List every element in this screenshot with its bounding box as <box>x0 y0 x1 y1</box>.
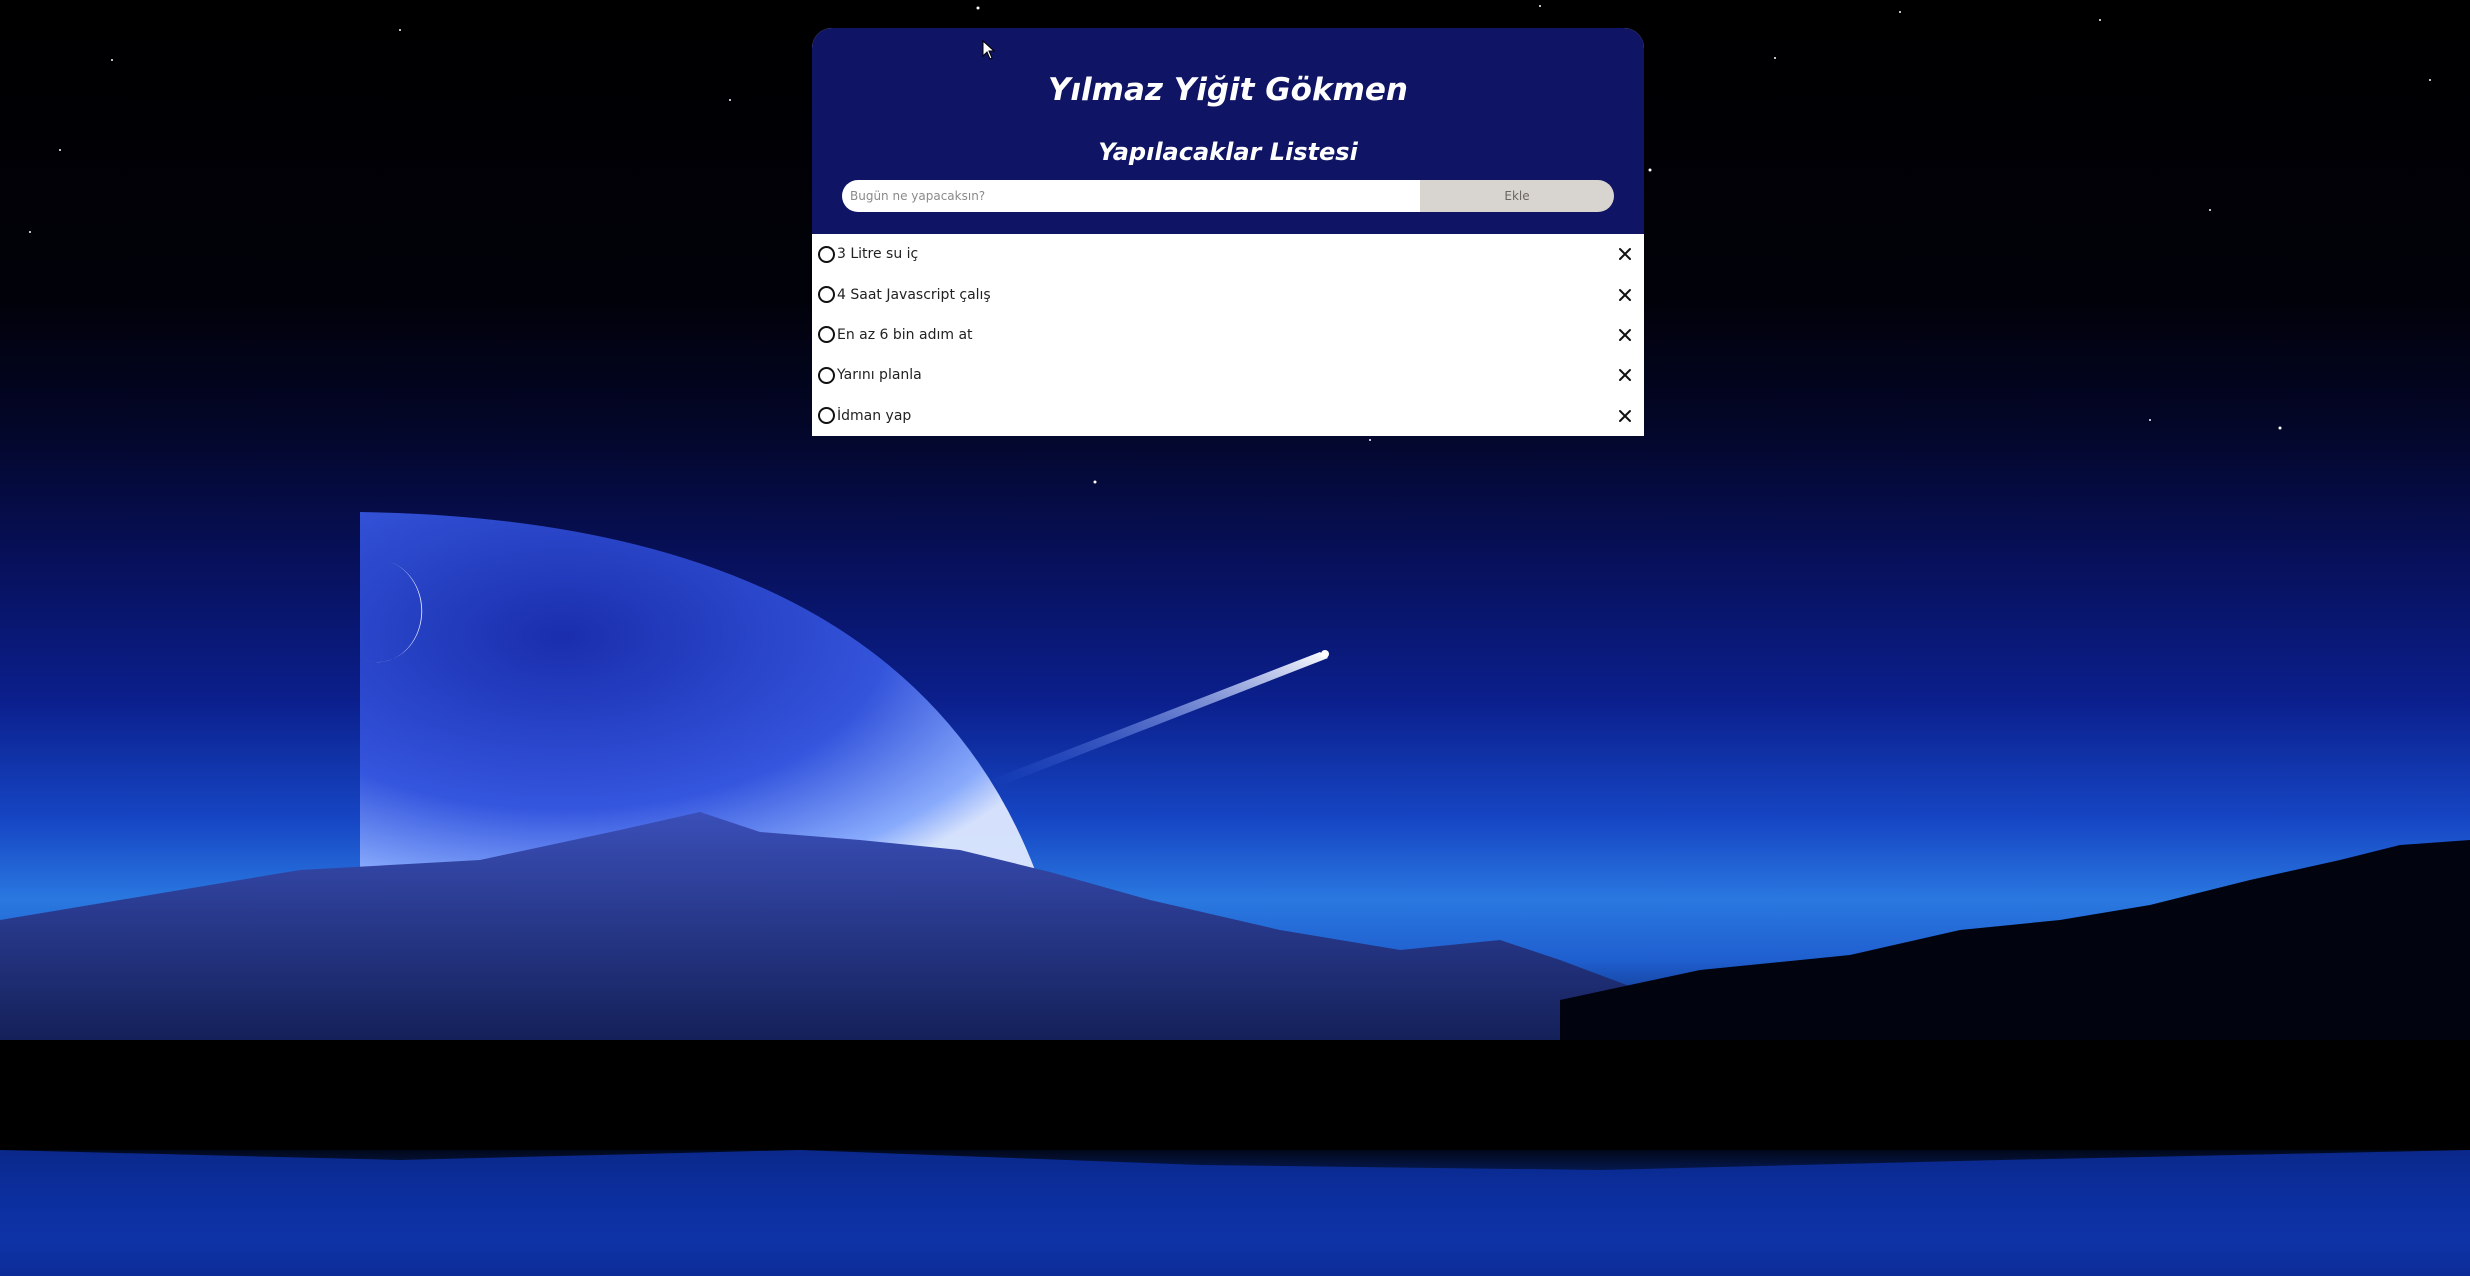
todo-text: 4 Saat Javascript çalış <box>837 286 991 303</box>
add-todo-form: Ekle <box>842 180 1614 212</box>
todo-item[interactable]: En az 6 bin adım at <box>812 314 1644 356</box>
empty-circle-icon[interactable] <box>818 245 835 263</box>
todo-item[interactable]: Yarını planla <box>812 355 1644 396</box>
close-icon[interactable] <box>1618 409 1632 423</box>
close-icon[interactable] <box>1618 328 1632 342</box>
lake-reflection <box>0 1150 2470 1276</box>
todo-input[interactable] <box>842 180 1420 212</box>
todo-card: Yılmaz Yiğit Gökmen Yapılacaklar Listesi… <box>812 28 1644 436</box>
empty-circle-icon[interactable] <box>818 407 835 425</box>
todo-text: İdman yap <box>837 407 912 424</box>
todo-text: En az 6 bin adım at <box>837 326 973 343</box>
empty-circle-icon[interactable] <box>818 286 835 304</box>
page-title: Yılmaz Yiğit Gökmen <box>1047 72 1408 108</box>
todo-text: Yarını planla <box>837 367 922 384</box>
todo-item[interactable]: 4 Saat Javascript çalış <box>812 274 1644 315</box>
todo-text: 3 Litre su iç <box>837 246 919 263</box>
shore-shadow <box>0 1040 2470 1150</box>
list-title: Yapılacaklar Listesi <box>1098 138 1358 166</box>
empty-circle-icon[interactable] <box>818 366 835 384</box>
mouse-cursor-icon <box>982 40 996 60</box>
comet <box>1321 650 1329 658</box>
close-icon[interactable] <box>1618 247 1632 261</box>
card-header: Yılmaz Yiğit Gökmen Yapılacaklar Listesi… <box>812 28 1644 234</box>
add-button[interactable]: Ekle <box>1420 180 1614 212</box>
empty-circle-icon[interactable] <box>818 326 835 344</box>
todo-list: 3 Litre su iç 4 Saat Javascript çalış En… <box>812 234 1644 436</box>
todo-item[interactable]: 3 Litre su iç <box>812 234 1644 275</box>
comet-trail <box>990 652 1328 786</box>
todo-item[interactable]: İdman yap <box>812 395 1644 436</box>
close-icon[interactable] <box>1618 288 1632 302</box>
close-icon[interactable] <box>1618 368 1632 382</box>
